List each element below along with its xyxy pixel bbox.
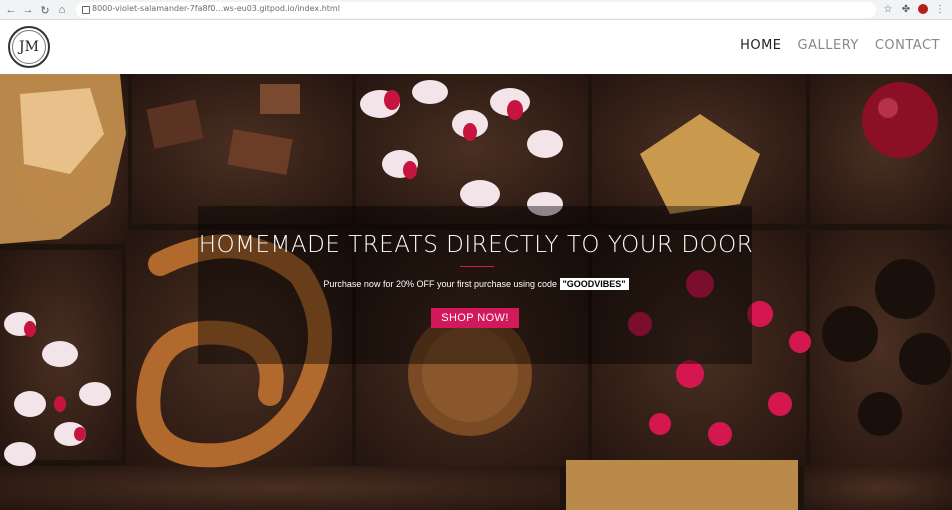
forward-icon[interactable]: → <box>21 3 35 17</box>
logo-monogram: JM <box>12 30 46 64</box>
hero-section: HOMEMADE TREATS DIRECTLY TO YOUR DOOR Pu… <box>0 74 952 510</box>
browser-toolbar: ← → ↻ ⌂ 8000-violet-salamander-7fa8f0...… <box>0 0 952 20</box>
nav-gallery[interactable]: GALLERY <box>798 38 859 53</box>
site-header: JM HOME GALLERY CONTACT <box>0 20 952 74</box>
title-divider <box>460 266 494 267</box>
address-bar[interactable]: 8000-violet-salamander-7fa8f0...ws-eu03.… <box>76 2 876 18</box>
main-nav: HOME GALLERY CONTACT <box>740 38 940 53</box>
menu-icon[interactable]: ⋮ <box>934 3 946 15</box>
nav-contact[interactable]: CONTACT <box>875 38 940 53</box>
star-icon[interactable]: ☆ <box>882 3 894 15</box>
reload-icon[interactable]: ↻ <box>38 3 52 17</box>
lock-icon <box>82 6 90 14</box>
site-logo[interactable]: JM <box>8 26 50 68</box>
extensions-icon[interactable]: ✤ <box>900 3 912 15</box>
promo-code: "GOODVIBES" <box>559 278 629 290</box>
hero-subtitle: Purchase now for 20% OFF your first purc… <box>0 278 952 290</box>
nav-home[interactable]: HOME <box>740 38 781 53</box>
hero-title: HOMEMADE TREATS DIRECTLY TO YOUR DOOR <box>198 232 754 258</box>
back-icon[interactable]: ← <box>4 3 18 17</box>
home-icon[interactable]: ⌂ <box>55 3 69 17</box>
profile-avatar[interactable] <box>918 4 928 14</box>
url-text[interactable]: 8000-violet-salamander-7fa8f0...ws-eu03.… <box>92 4 340 13</box>
promo-text: Purchase now for 20% OFF your first purc… <box>323 279 558 289</box>
shop-now-button[interactable]: SHOP NOW! <box>431 308 519 328</box>
